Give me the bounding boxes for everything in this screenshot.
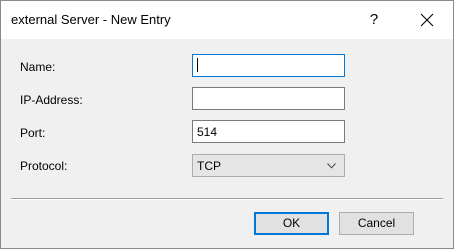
ip-address-input[interactable]: [192, 87, 345, 110]
close-icon: [420, 13, 434, 27]
port-label: Port:: [20, 126, 46, 140]
close-button[interactable]: [412, 6, 442, 34]
help-button[interactable]: ?: [359, 6, 389, 34]
port-input[interactable]: [192, 120, 345, 143]
dialog-window: external Server - New Entry ? Name: IP-A…: [0, 0, 454, 249]
dialog-title: external Server - New Entry: [11, 12, 171, 27]
protocol-select-value: TCP: [197, 159, 221, 173]
protocol-label: Protocol:: [20, 159, 68, 173]
cancel-button[interactable]: Cancel: [339, 212, 414, 235]
text-caret: [197, 58, 198, 72]
protocol-select[interactable]: TCP: [192, 154, 345, 177]
ip-address-label: IP-Address:: [20, 93, 83, 107]
title-bar: external Server - New Entry ?: [1, 1, 453, 39]
ok-button[interactable]: OK: [254, 212, 329, 235]
name-input[interactable]: [192, 54, 345, 77]
chevron-down-icon: [327, 163, 336, 169]
divider: [11, 198, 443, 200]
name-label: Name:: [20, 60, 56, 74]
